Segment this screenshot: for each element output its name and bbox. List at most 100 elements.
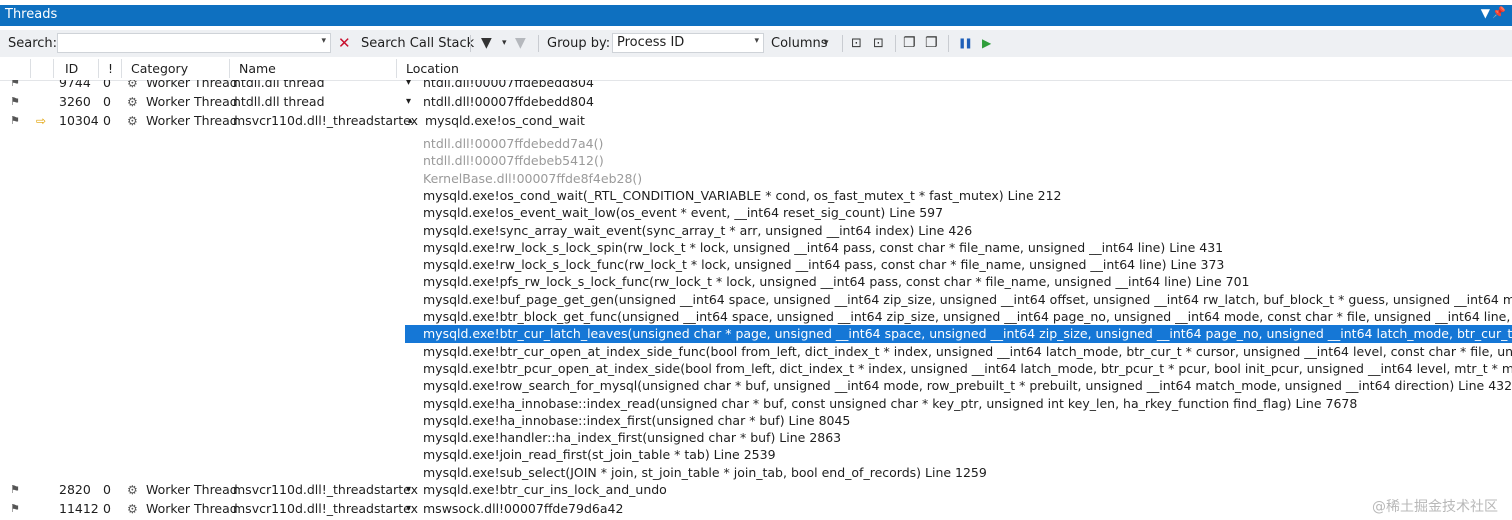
stack-frame[interactable]: mysqld.exe!sub_select(JOIN * join, st_jo…: [423, 464, 987, 481]
thread-location: mysqld.exe!btr_cur_ins_lock_and_undo: [423, 482, 667, 497]
stack-frame[interactable]: mysqld.exe!btr_block_get_func(unsigned _…: [423, 308, 1512, 325]
expand-icon[interactable]: ▾: [406, 500, 411, 518]
gear-icon: ⚙: [127, 114, 138, 128]
title-bar-strip: Threads ▼ 📌: [0, 5, 1512, 26]
thread-row[interactable]: ⚑ 3260 0 ⚙ Worker Thread ntdll.dll threa…: [0, 93, 1512, 111]
expand-icon[interactable]: ▾: [406, 481, 411, 499]
thread-id: 9744: [59, 80, 91, 90]
flag-icon[interactable]: ⚑: [10, 481, 20, 499]
stack-frame[interactable]: mysqld.exe!btr_cur_open_at_index_side_fu…: [423, 343, 1512, 360]
thread-location: mswsock.dll!00007ffde79d6a42: [423, 501, 624, 516]
stack-frame[interactable]: ntdll.dll!00007ffdebedd7a4(): [423, 135, 603, 152]
freeze-threads-icon[interactable]: ❚❚: [958, 30, 973, 57]
thread-suspend-count: 0: [103, 80, 111, 90]
column-header-category[interactable]: Category: [131, 57, 188, 80]
expand-icon[interactable]: ▾: [406, 93, 411, 111]
group-by-value: Process ID: [617, 35, 685, 50]
window-menu-dropdown-icon[interactable]: ▼: [1481, 6, 1490, 20]
thread-suspend-count: 0: [103, 113, 111, 128]
column-divider: [30, 59, 31, 78]
gear-icon: ⚙: [127, 80, 138, 90]
stack-frame[interactable]: mysqld.exe!buf_page_get_gen(unsigned __i…: [423, 291, 1512, 308]
current-thread-arrow-icon: ⇨: [36, 114, 47, 128]
flag-icon[interactable]: ⚑: [10, 80, 20, 92]
thread-location: ntdll.dll!00007ffdebedd804: [423, 80, 594, 90]
column-header-id[interactable]: ID: [65, 57, 78, 80]
thread-location: mysqld.exe!os_cond_wait: [425, 113, 585, 128]
thread-id: 3260: [59, 94, 91, 109]
thread-suspend-count: 0: [103, 482, 111, 497]
search-dropdown-icon[interactable]: ▾: [321, 36, 326, 46]
stack-frame[interactable]: mysqld.exe!join_read_first(st_join_table…: [423, 446, 776, 463]
thread-name: msvcr110d.dll!_threadstartex: [233, 482, 418, 497]
clear-search-icon[interactable]: ✕: [338, 30, 351, 57]
thread-suspend-count: 0: [103, 501, 111, 516]
stack-frame[interactable]: mysqld.exe!handler::ha_index_first(unsig…: [423, 429, 841, 446]
group-by-dropdown-icon[interactable]: ▾: [754, 36, 759, 46]
window-title: Threads: [5, 7, 58, 22]
flag-icon[interactable]: ⚑: [10, 112, 20, 130]
thread-suspend-count: 0: [103, 94, 111, 109]
column-divider: [53, 59, 54, 78]
search-label: Search:: [8, 36, 58, 51]
pin-icon[interactable]: 📌: [1492, 6, 1506, 19]
thread-name: ntdll.dll thread: [233, 80, 325, 90]
flag-icon[interactable]: ⚑: [10, 500, 20, 518]
stack-frame[interactable]: ntdll.dll!00007ffdebeb5412(): [423, 152, 604, 169]
flag-icon[interactable]: ⚑: [10, 93, 20, 111]
stack-frame[interactable]: KernelBase.dll!00007ffde8f4eb28(): [423, 170, 642, 187]
threads-grid: ⚑ 9744 0 ⚙ Worker Thread ntdll.dll threa…: [0, 80, 1512, 520]
thread-name: ntdll.dll thread: [233, 94, 325, 109]
filter-dropdown-icon[interactable]: ▾: [502, 30, 507, 57]
column-header-location[interactable]: Location: [406, 57, 459, 80]
stack-frame[interactable]: mysqld.exe!os_cond_wait(_RTL_CONDITION_V…: [423, 187, 1061, 204]
columns-button[interactable]: Columns: [771, 30, 828, 57]
thread-category: Worker Thread: [146, 482, 238, 497]
thread-row-current[interactable]: ⚑ ⇨ 10304 0 ⚙ Worker Thread msvcr110d.dl…: [0, 112, 1512, 130]
watermark: @稀土掘金技术社区: [1372, 499, 1498, 515]
copy-all-icon[interactable]: ❐: [925, 30, 938, 57]
thread-id: 11412: [59, 501, 99, 516]
thread-name: msvcr110d.dll!_threadstartex: [233, 501, 418, 516]
toolbar-separator: [470, 35, 471, 52]
gear-icon: ⚙: [127, 483, 138, 497]
group-by-select[interactable]: Process ID ▾: [612, 33, 764, 53]
stack-frame[interactable]: mysqld.exe!row_search_for_mysql(unsigned…: [423, 377, 1512, 394]
column-header-name[interactable]: Name: [239, 57, 276, 80]
stack-frame[interactable]: mysqld.exe!rw_lock_s_lock_spin(rw_lock_t…: [423, 239, 1223, 256]
expand-icon[interactable]: ▾: [406, 80, 411, 92]
stack-frame[interactable]: mysqld.exe!btr_pcur_open_at_index_side(b…: [423, 360, 1512, 377]
search-input[interactable]: ▾: [57, 33, 331, 53]
stack-frame[interactable]: mysqld.exe!os_event_wait_low(os_event * …: [423, 204, 943, 221]
stack-frame-selected[interactable]: mysqld.exe!btr_cur_latch_leaves(unsigned…: [405, 325, 1512, 343]
collapse-callstacks-icon[interactable]: ⊡: [873, 30, 884, 57]
thread-name: msvcr110d.dll!_threadstartex: [233, 113, 418, 128]
search-call-stack-button[interactable]: Search Call Stack: [361, 30, 474, 57]
column-divider: [121, 59, 122, 78]
column-header-suspended[interactable]: !: [108, 57, 113, 80]
column-header-row: ID ! Category Name Location: [0, 57, 1512, 81]
collapse-icon[interactable]: ▴: [408, 112, 413, 130]
columns-dropdown-icon[interactable]: ▾: [824, 30, 829, 57]
toolbar-separator: [538, 35, 539, 52]
copy-icon[interactable]: ❐: [903, 30, 916, 57]
toolbar: Search: ▾ ✕ Search Call Stack ▼ ▾ ▼ Grou…: [0, 30, 1512, 58]
toolbar-separator: [948, 35, 949, 52]
clear-filter-icon[interactable]: ▼: [515, 30, 526, 57]
stack-frame[interactable]: mysqld.exe!sync_array_wait_event(sync_ar…: [423, 222, 972, 239]
filter-icon[interactable]: ▼: [481, 30, 492, 57]
stack-frame[interactable]: mysqld.exe!pfs_rw_lock_s_lock_func(rw_lo…: [423, 273, 1249, 290]
stack-frame[interactable]: mysqld.exe!ha_innobase::index_first(unsi…: [423, 412, 850, 429]
thread-category: Worker Thread: [146, 501, 238, 516]
gear-icon: ⚙: [127, 502, 138, 516]
thread-category: Worker Thread: [146, 113, 238, 128]
thread-category: Worker Thread: [146, 80, 238, 90]
thread-row[interactable]: ⚑ 11412 0 ⚙ Worker Thread msvcr110d.dll!…: [0, 500, 1512, 518]
thaw-threads-icon[interactable]: ▶: [982, 30, 991, 57]
stack-frame[interactable]: mysqld.exe!ha_innobase::index_read(unsig…: [423, 395, 1357, 412]
stack-frame[interactable]: mysqld.exe!rw_lock_s_lock_func(rw_lock_t…: [423, 256, 1224, 273]
thread-id: 10304: [59, 113, 99, 128]
thread-row[interactable]: ⚑ 2820 0 ⚙ Worker Thread msvcr110d.dll!_…: [0, 481, 1512, 499]
thread-row[interactable]: ⚑ 9744 0 ⚙ Worker Thread ntdll.dll threa…: [0, 80, 1512, 92]
expand-callstacks-icon[interactable]: ⊡: [851, 30, 862, 57]
